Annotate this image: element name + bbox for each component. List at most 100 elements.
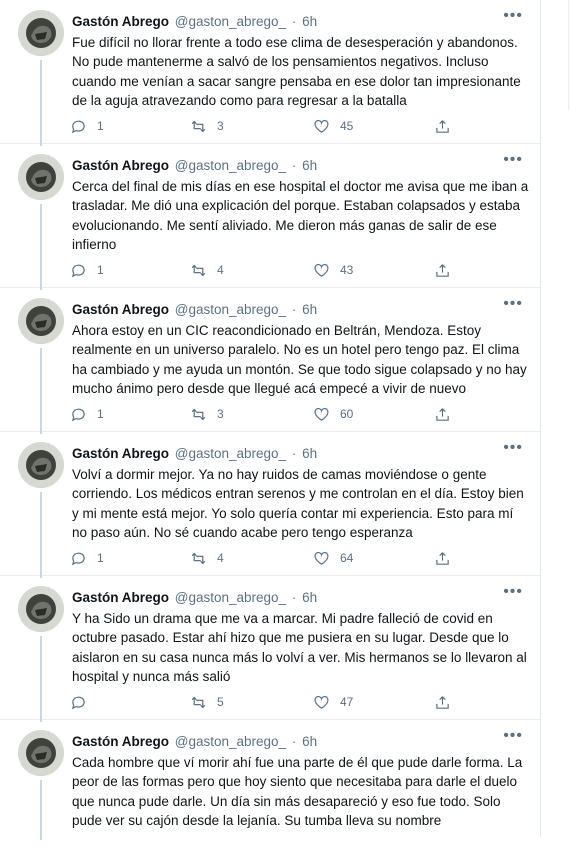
avatar[interactable] bbox=[18, 730, 64, 776]
like-button[interactable]: 43 bbox=[313, 260, 353, 280]
avatar[interactable] bbox=[18, 298, 64, 344]
heart-icon bbox=[313, 406, 330, 423]
tweet-header: Gastón Abrego @gaston_abrego_ · 6h bbox=[72, 733, 521, 751]
tweet-text: Ahora estoy en un CIC reacondicionado en… bbox=[72, 323, 527, 396]
timestamp[interactable]: 6h bbox=[302, 446, 317, 461]
more-icon[interactable]: ••• bbox=[503, 440, 523, 456]
retweet-button[interactable]: 3 bbox=[190, 116, 224, 136]
reply-button[interactable] bbox=[70, 692, 97, 712]
retweet-count: 4 bbox=[217, 263, 224, 277]
tweet-text: Cerca del final de mis días en ese hospi… bbox=[72, 179, 529, 252]
author-name[interactable]: Gastón Abrego bbox=[72, 590, 169, 605]
heart-icon bbox=[313, 118, 330, 135]
retweet-count: 3 bbox=[217, 119, 224, 133]
tweet-header: Gastón Abrego @gaston_abrego_ · 6h bbox=[72, 13, 521, 31]
author-handle[interactable]: @gaston_abrego_ bbox=[175, 158, 286, 173]
timestamp[interactable]: 6h bbox=[302, 590, 317, 605]
retweet-button[interactable]: 4 bbox=[190, 260, 224, 280]
timestamp[interactable]: 6h bbox=[302, 302, 317, 317]
like-button[interactable]: 45 bbox=[313, 116, 353, 136]
tweet-text: Volví a dormir mejor. Ya no hay ruidos d… bbox=[72, 467, 524, 540]
tweet[interactable]: Gastón Abrego @gaston_abrego_ · 6h ••• V… bbox=[0, 432, 541, 578]
author-name[interactable]: Gastón Abrego bbox=[72, 302, 169, 317]
share-icon bbox=[434, 118, 451, 135]
share-button[interactable] bbox=[434, 116, 451, 136]
tweet-actions: 1 3 60 bbox=[70, 404, 470, 424]
like-button[interactable]: 60 bbox=[313, 404, 353, 424]
share-icon bbox=[434, 694, 451, 711]
separator: · bbox=[291, 302, 297, 317]
separator: · bbox=[291, 590, 297, 605]
reply-button[interactable]: 1 bbox=[70, 116, 104, 136]
reply-button[interactable]: 1 bbox=[70, 548, 104, 568]
reply-count: 1 bbox=[97, 263, 104, 277]
reply-button[interactable]: 1 bbox=[70, 260, 104, 280]
author-handle[interactable]: @gaston_abrego_ bbox=[175, 590, 286, 605]
retweet-icon bbox=[190, 550, 207, 567]
share-icon bbox=[434, 406, 451, 423]
retweet-icon bbox=[190, 406, 207, 423]
timestamp[interactable]: 6h bbox=[302, 734, 317, 749]
share-button[interactable] bbox=[434, 548, 451, 568]
avatar[interactable] bbox=[18, 10, 64, 56]
author-name[interactable]: Gastón Abrego bbox=[72, 158, 169, 173]
thread-line bbox=[40, 348, 42, 434]
separator: · bbox=[291, 446, 297, 461]
like-count: 47 bbox=[340, 695, 354, 709]
more-icon[interactable]: ••• bbox=[503, 728, 523, 744]
retweet-icon bbox=[190, 262, 207, 279]
avatar[interactable] bbox=[18, 586, 64, 632]
more-icon[interactable]: ••• bbox=[503, 152, 523, 168]
timestamp[interactable]: 6h bbox=[302, 14, 317, 29]
author-handle[interactable]: @gaston_abrego_ bbox=[175, 302, 286, 317]
more-icon[interactable]: ••• bbox=[503, 8, 523, 24]
author-name[interactable]: Gastón Abrego bbox=[72, 14, 169, 29]
timestamp[interactable]: 6h bbox=[302, 158, 317, 173]
retweet-count: 3 bbox=[217, 407, 224, 421]
retweet-button[interactable]: 3 bbox=[190, 404, 224, 424]
retweet-count: 4 bbox=[217, 551, 224, 565]
avatar[interactable] bbox=[18, 442, 64, 488]
author-handle[interactable]: @gaston_abrego_ bbox=[175, 446, 286, 461]
separator: · bbox=[291, 14, 297, 29]
reply-icon bbox=[70, 406, 87, 423]
retweet-button[interactable]: 5 bbox=[190, 692, 224, 712]
tweet[interactable]: Gastón Abrego @gaston_abrego_ · 6h ••• Y… bbox=[0, 576, 541, 722]
tweet[interactable]: Gastón Abrego @gaston_abrego_ · 6h ••• F… bbox=[0, 0, 541, 146]
tweet-thread: Gastón Abrego @gaston_abrego_ · 6h ••• F… bbox=[0, 0, 541, 840]
tweet[interactable]: Gastón Abrego @gaston_abrego_ · 6h ••• C… bbox=[0, 720, 541, 864]
thread-line bbox=[40, 204, 42, 290]
reply-button[interactable]: 1 bbox=[70, 404, 104, 424]
tweet[interactable]: Gastón Abrego @gaston_abrego_ · 6h ••• A… bbox=[0, 288, 541, 434]
tweet-header: Gastón Abrego @gaston_abrego_ · 6h bbox=[72, 445, 521, 463]
tweet-header: Gastón Abrego @gaston_abrego_ · 6h bbox=[72, 301, 521, 319]
share-button[interactable] bbox=[434, 404, 451, 424]
more-icon[interactable]: ••• bbox=[503, 584, 523, 600]
author-name[interactable]: Gastón Abrego bbox=[72, 734, 169, 749]
tweet[interactable]: Gastón Abrego @gaston_abrego_ · 6h ••• C… bbox=[0, 144, 541, 290]
tweet-actions: 1 4 64 bbox=[70, 548, 470, 568]
tweet-actions: 5 47 bbox=[70, 692, 470, 712]
thread-line bbox=[40, 780, 42, 840]
author-name[interactable]: Gastón Abrego bbox=[72, 446, 169, 461]
author-handle[interactable]: @gaston_abrego_ bbox=[175, 14, 286, 29]
retweet-button[interactable]: 4 bbox=[190, 548, 224, 568]
avatar[interactable] bbox=[18, 154, 64, 200]
heart-icon bbox=[313, 262, 330, 279]
share-icon bbox=[434, 550, 451, 567]
share-button[interactable] bbox=[434, 260, 451, 280]
thread-line bbox=[40, 60, 42, 146]
like-count: 64 bbox=[340, 551, 354, 565]
tweet-actions: 1 4 43 bbox=[70, 260, 470, 280]
like-button[interactable]: 64 bbox=[313, 548, 353, 568]
thread-line bbox=[40, 492, 42, 578]
share-icon bbox=[434, 262, 451, 279]
like-button[interactable]: 47 bbox=[313, 692, 353, 712]
retweet-icon bbox=[190, 694, 207, 711]
heart-icon bbox=[313, 694, 330, 711]
more-icon[interactable]: ••• bbox=[503, 296, 523, 312]
share-button[interactable] bbox=[434, 692, 451, 712]
tweet-actions: 1 3 45 bbox=[70, 116, 470, 136]
author-handle[interactable]: @gaston_abrego_ bbox=[175, 734, 286, 749]
tweet-text: Fue difícil no llorar frente a todo ese … bbox=[72, 35, 521, 108]
